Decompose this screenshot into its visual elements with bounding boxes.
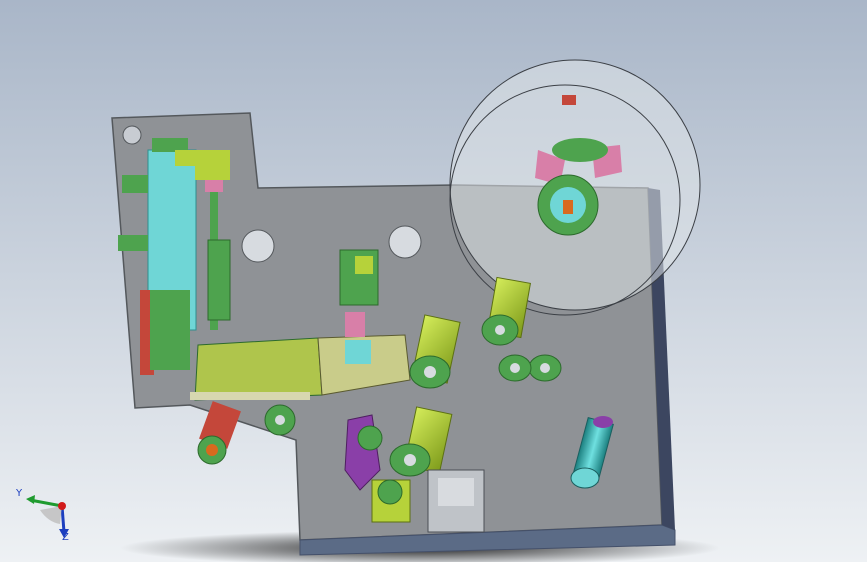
triad-plane — [40, 506, 62, 524]
triad-origin — [58, 502, 66, 510]
view-triad: Y Z — [15, 488, 69, 543]
cad-viewport[interactable]: Y Z — [0, 0, 867, 562]
triad-x-arrow — [26, 495, 35, 504]
triad-z-label: Z — [62, 532, 69, 543]
triad-x-axis — [29, 498, 63, 508]
triad-y-label: Y — [15, 488, 23, 499]
